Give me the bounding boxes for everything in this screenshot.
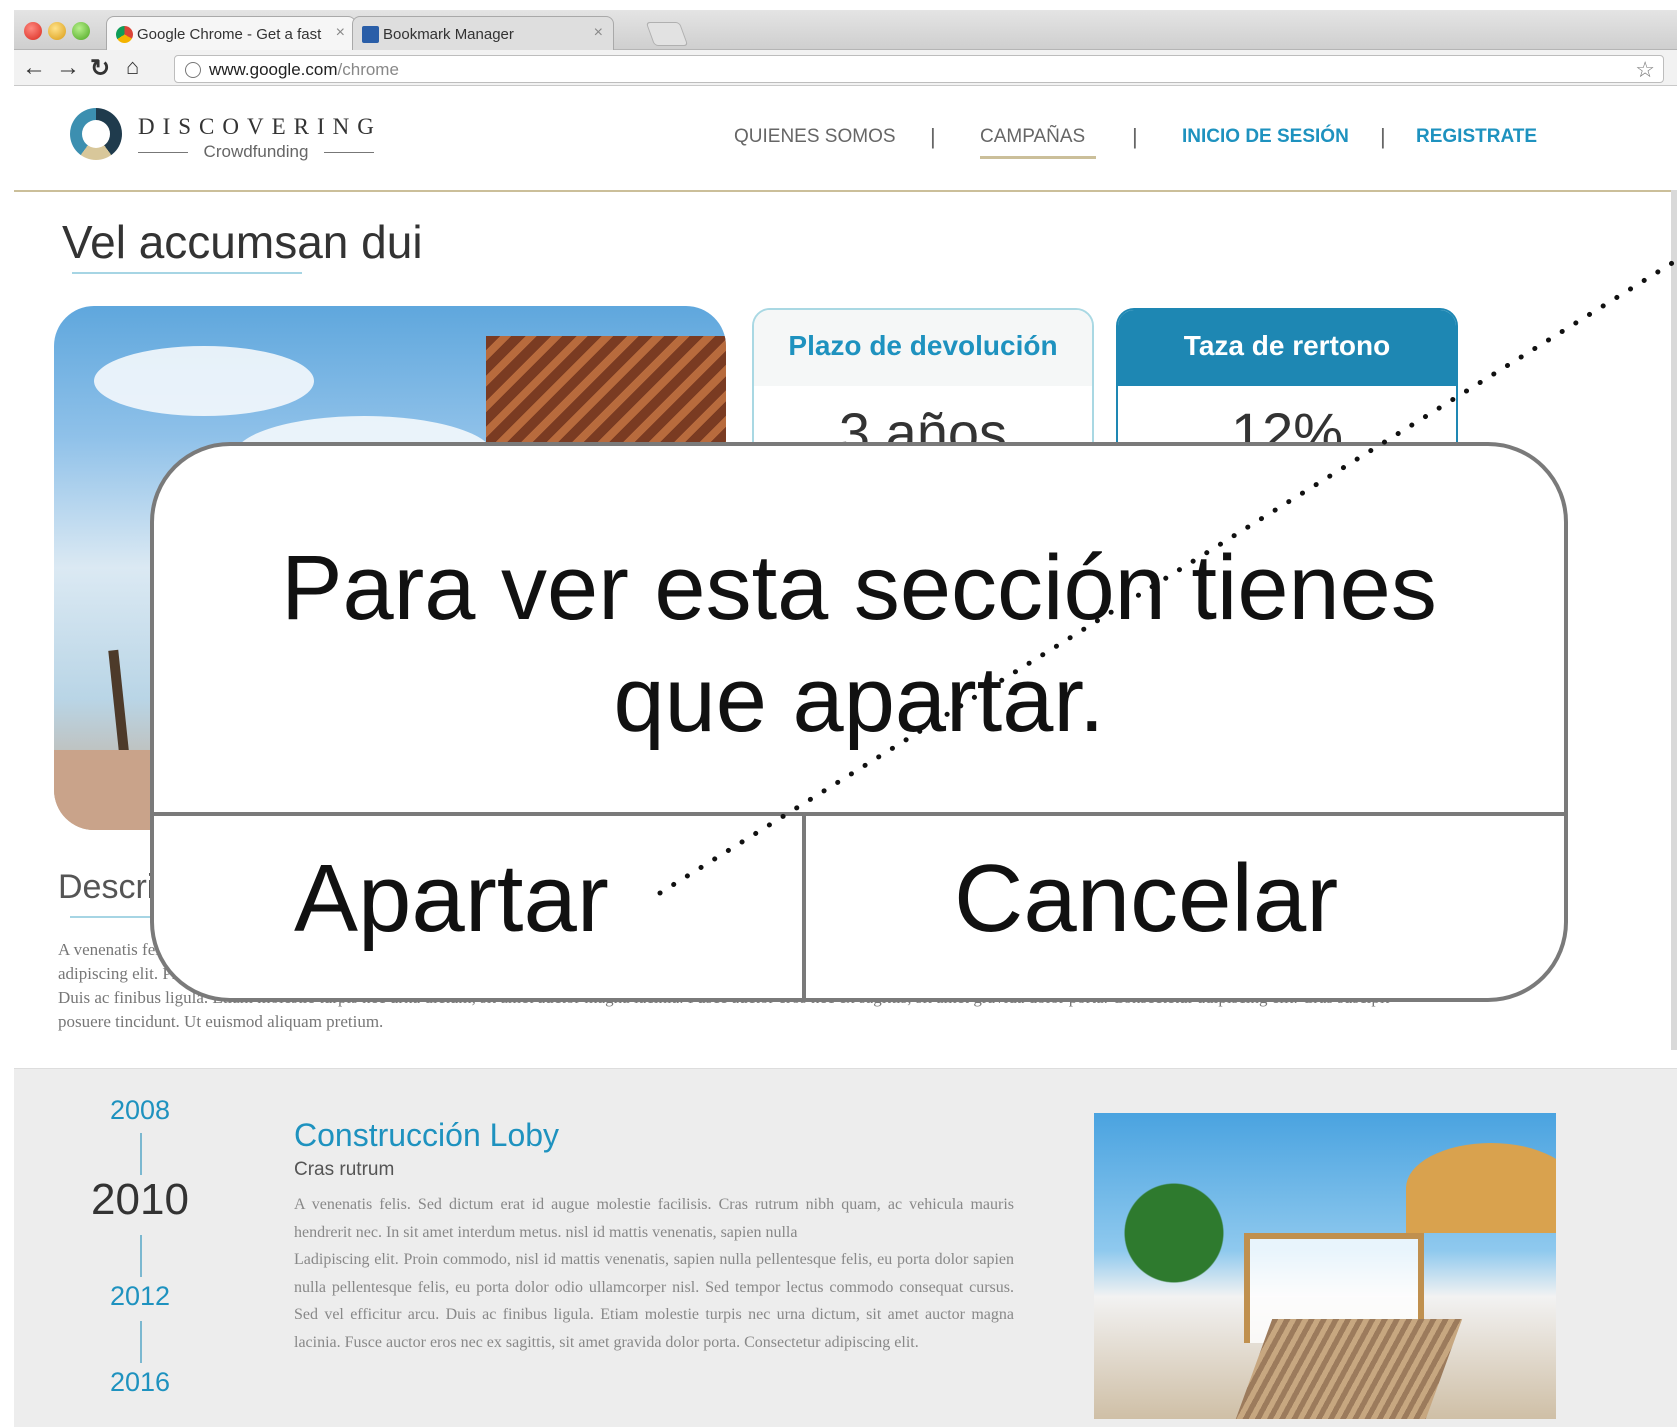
logo-title: DISCOVERING: [138, 114, 382, 139]
event-paragraph: Ladipiscing elit. Proin commodo, nisl id…: [294, 1251, 1014, 1351]
star-icon[interactable]: ☆: [1635, 57, 1655, 83]
home-icon[interactable]: ⌂: [126, 54, 139, 80]
timeline-section: 2008 2010 2012 2016 Construcción Loby Cr…: [14, 1068, 1677, 1427]
dialog-message-line: Para ver esta sección tienes: [281, 537, 1437, 639]
tab-bookmark-manager[interactable]: Bookmark Manager ×: [352, 16, 614, 50]
timeline-year[interactable]: 2016: [90, 1367, 190, 1398]
nav-quienes-somos[interactable]: QUIENES SOMOS: [734, 126, 896, 148]
reload-icon[interactable]: ↻: [90, 54, 110, 83]
reserve-required-dialog: Para ver esta sección tienes que apartar…: [150, 442, 1568, 1002]
event-subtitle: Cras rutrum: [294, 1159, 395, 1180]
cancelar-button[interactable]: Cancelar: [954, 844, 1338, 954]
timeline-connector: [140, 1133, 142, 1175]
apartar-button[interactable]: Apartar: [294, 844, 609, 954]
minimize-window-icon[interactable]: [48, 22, 66, 40]
chrome-favicon-icon: [116, 26, 133, 43]
nav-separator: |: [930, 124, 936, 149]
plazo-card-title: Plazo de devolución: [754, 310, 1092, 386]
event-title: Construcción Loby: [294, 1117, 560, 1153]
tab-bar: Google Chrome - Get a fast × Bookmark Ma…: [14, 10, 1677, 50]
browser-toolbar: ← → ↻ ⌂ www.google.com/chrome ☆: [14, 50, 1677, 86]
nav-inicio-sesion[interactable]: INICIO DE SESIÓN: [1182, 126, 1349, 148]
close-tab-icon[interactable]: ×: [594, 24, 603, 42]
dialog-divider: [154, 812, 1564, 816]
url-path: /chrome: [337, 60, 399, 79]
taza-card-title: Taza de rertono: [1118, 310, 1456, 386]
close-window-icon[interactable]: [24, 22, 42, 40]
zoom-window-icon[interactable]: [72, 22, 90, 40]
url-host: www.google.com: [209, 60, 338, 79]
event-paragraph: A venenatis felis. Sed dictum erat id au…: [294, 1196, 1014, 1241]
event-image: [1094, 1113, 1556, 1419]
timeline-year[interactable]: 2012: [90, 1281, 190, 1312]
description-underline: [70, 916, 160, 918]
globe-icon: [185, 62, 201, 78]
nav-separator: |: [1132, 124, 1138, 149]
timeline-year-current[interactable]: 2010: [90, 1175, 190, 1225]
tab-google-chrome[interactable]: Google Chrome - Get a fast ×: [106, 16, 356, 50]
close-tab-icon[interactable]: ×: [336, 24, 345, 42]
bookmark-manager-favicon-icon: [362, 26, 379, 43]
nav-campanas[interactable]: CAMPAÑAS: [980, 126, 1085, 148]
tab-label: Google Chrome - Get a fast: [137, 26, 322, 43]
timeline-connector: [140, 1235, 142, 1277]
timeline-year[interactable]: 2008: [90, 1095, 190, 1126]
dialog-button-divider: [802, 816, 806, 998]
tab-label: Bookmark Manager: [383, 26, 514, 43]
nav-separator: |: [1380, 124, 1386, 149]
address-bar[interactable]: www.google.com/chrome ☆: [174, 55, 1664, 83]
back-arrow-icon[interactable]: ←: [22, 54, 46, 82]
nav-active-underline: [980, 156, 1096, 159]
new-tab-button[interactable]: [645, 22, 689, 46]
timeline-connector: [140, 1321, 142, 1363]
forward-arrow-icon[interactable]: →: [56, 54, 80, 82]
logo-subtitle: Crowdfunding: [138, 142, 374, 162]
title-underline: [72, 272, 302, 274]
nav-registrate[interactable]: REGISTRATE: [1416, 126, 1537, 148]
dialog-message-line: que apartar.: [613, 649, 1105, 751]
logo-icon[interactable]: [70, 108, 122, 160]
site-header: DISCOVERING Crowdfunding QUIENES SOMOS |…: [14, 86, 1677, 192]
page-title: Vel accumsan dui: [62, 216, 423, 268]
scrollbar[interactable]: [1671, 190, 1677, 1050]
dialog-message: Para ver esta sección tienes que apartar…: [154, 532, 1564, 756]
event-text: A venenatis felis. Sed dictum erat id au…: [294, 1191, 1014, 1356]
